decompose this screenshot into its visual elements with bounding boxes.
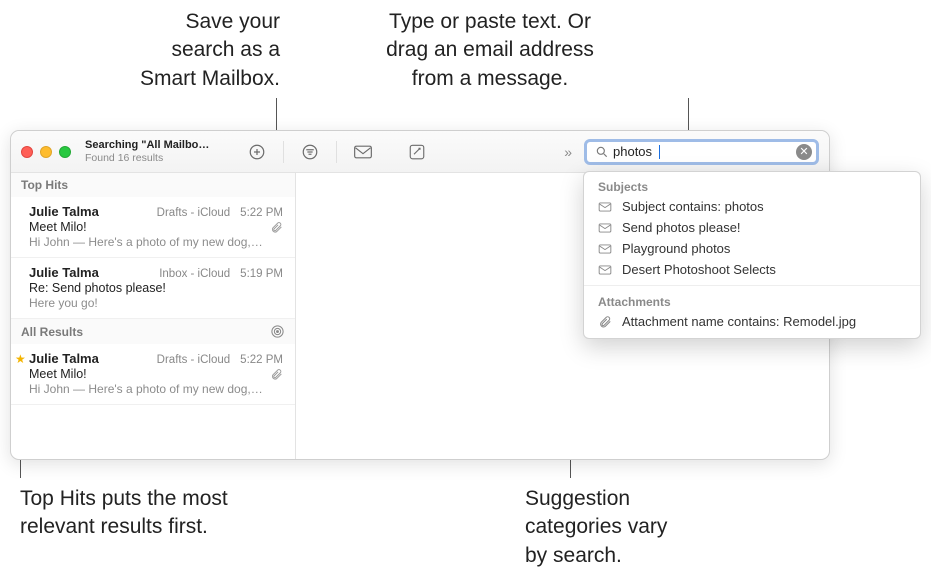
suggestion-row[interactable]: Attachment name contains: Remodel.jpg — [584, 311, 920, 332]
message-sender: Julie Talma — [29, 351, 99, 366]
message-row[interactable]: Julie Talma Inbox - iCloud 5:19 PM Re: S… — [11, 258, 295, 319]
search-suggestions-popover: Subjects Subject contains: photos Send p… — [583, 171, 921, 339]
message-subject: Meet Milo! — [29, 367, 87, 381]
clear-search-button[interactable]: ✕ — [796, 144, 812, 160]
window-controls — [21, 146, 71, 158]
text-caret — [659, 145, 660, 159]
section-top-hits: Top Hits — [11, 173, 295, 197]
suggestion-row[interactable]: Subject contains: photos — [584, 196, 920, 217]
callout-top-hits: Top Hits puts the mostrelevant results f… — [20, 485, 300, 542]
message-row[interactable]: Julie Talma Drafts - iCloud 5:22 PM Meet… — [11, 197, 295, 258]
star-icon: ★ — [15, 352, 26, 366]
suggestion-label: Attachment name contains: Remodel.jpg — [622, 314, 856, 329]
message-sender: Julie Talma — [29, 204, 99, 219]
save-smart-mailbox-button[interactable] — [243, 141, 271, 163]
message-location: Drafts - iCloud — [157, 207, 231, 219]
toolbar-divider — [283, 141, 284, 163]
message-preview: Hi John — Here's a photo of my new dog,… — [29, 235, 283, 249]
window-subtitle: Found 16 results — [85, 152, 235, 165]
close-window-button[interactable] — [21, 146, 33, 158]
toolbar-overflow-button[interactable]: » — [564, 144, 572, 160]
message-location: Inbox - iCloud — [159, 268, 230, 280]
message-subject: Re: Send photos please! — [29, 281, 166, 295]
message-location: Drafts - iCloud — [157, 354, 231, 366]
minimize-window-button[interactable] — [40, 146, 52, 158]
window-title: Searching "All Mailbo… — [85, 139, 235, 152]
suggestion-row[interactable]: Desert Photoshoot Selects — [584, 259, 920, 280]
message-time: 5:22 PM — [240, 207, 283, 219]
message-sender: Julie Talma — [29, 265, 99, 280]
search-field[interactable]: ✕ — [584, 139, 819, 165]
suggestions-header-attachments: Attachments — [584, 291, 920, 311]
fullscreen-window-button[interactable] — [59, 146, 71, 158]
callout-suggestions: Suggestioncategories varyby search. — [525, 485, 785, 570]
toolbar: Searching "All Mailbo… Found 16 results … — [11, 131, 829, 173]
suggestion-row[interactable]: Playground photos — [584, 238, 920, 259]
message-preview: Hi John — Here's a photo of my new dog,… — [29, 382, 283, 396]
message-row[interactable]: ★ Julie Talma Drafts - iCloud 5:22 PM Me… — [11, 344, 295, 405]
envelope-icon — [598, 264, 614, 276]
envelope-icon — [598, 201, 614, 213]
message-time: 5:19 PM — [240, 268, 283, 280]
popover-divider — [584, 285, 920, 286]
envelope-icon — [598, 243, 614, 255]
callout-search-field: Type or paste text. Ordrag an email addr… — [345, 8, 635, 93]
window-title-block: Searching "All Mailbo… Found 16 results — [85, 139, 235, 165]
relevance-sort-icon[interactable] — [270, 324, 285, 339]
compose-button[interactable] — [403, 141, 431, 163]
filter-button[interactable] — [296, 141, 324, 163]
suggestion-label: Subject contains: photos — [622, 199, 764, 214]
suggestion-row[interactable]: Send photos please! — [584, 217, 920, 238]
paperclip-icon — [598, 315, 614, 329]
message-subject: Meet Milo! — [29, 220, 87, 234]
section-label: All Results — [21, 325, 83, 339]
envelope-icon — [598, 222, 614, 234]
mail-icon[interactable] — [349, 141, 377, 163]
message-list: Top Hits Julie Talma Drafts - iCloud 5:2… — [11, 173, 296, 459]
attachment-icon — [270, 368, 283, 381]
section-all-results: All Results — [11, 319, 295, 344]
section-label: Top Hits — [21, 178, 68, 192]
message-preview: Here you go! — [29, 296, 283, 310]
suggestion-label: Playground photos — [622, 241, 730, 256]
mail-window: Searching "All Mailbo… Found 16 results … — [10, 130, 830, 460]
toolbar-divider — [336, 141, 337, 163]
attachment-icon — [270, 221, 283, 234]
search-input[interactable] — [613, 144, 796, 159]
message-time: 5:22 PM — [240, 354, 283, 366]
suggestions-header-subjects: Subjects — [584, 176, 920, 196]
suggestion-label: Send photos please! — [622, 220, 741, 235]
suggestion-label: Desert Photoshoot Selects — [622, 262, 776, 277]
callout-smart-mailbox: Save yoursearch as aSmart Mailbox. — [80, 8, 280, 93]
search-icon — [595, 145, 609, 159]
